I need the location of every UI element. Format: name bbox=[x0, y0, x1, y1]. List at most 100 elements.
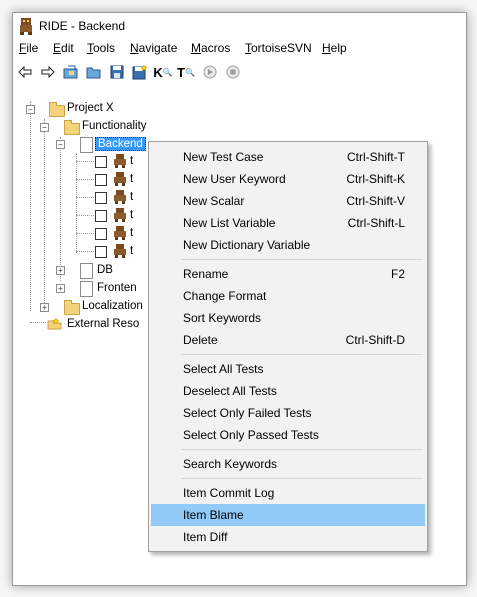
menu-item-delete[interactable]: Delete Ctrl-Shift-D bbox=[151, 329, 425, 351]
menu-item-select-all-tests[interactable]: Select All Tests bbox=[151, 358, 425, 380]
menu-item-label: Deselect All Tests bbox=[183, 384, 277, 398]
save-all-icon[interactable] bbox=[131, 63, 149, 81]
test-checkbox[interactable] bbox=[95, 228, 107, 240]
toolbar: K 🔍 T 🔍 bbox=[13, 61, 466, 83]
menu-item-label: Search Keywords bbox=[183, 457, 278, 471]
collapse-toggle[interactable]: − bbox=[26, 105, 35, 114]
menu-item-select-only-failed-tests[interactable]: Select Only Failed Tests bbox=[151, 402, 425, 424]
test-checkbox[interactable] bbox=[95, 210, 107, 222]
test-case-label[interactable]: t bbox=[130, 155, 133, 167]
menu-item-shortcut: Ctrl-Shift-K bbox=[346, 172, 405, 186]
menu-file[interactable]: File bbox=[19, 41, 38, 55]
menu-item-select-only-passed-tests[interactable]: Select Only Passed Tests bbox=[151, 424, 425, 446]
test-case-label[interactable]: t bbox=[130, 191, 133, 203]
menu-item-new-test-case[interactable]: New Test Case Ctrl-Shift-T bbox=[151, 146, 425, 168]
tree-node-frontend[interactable]: Fronten bbox=[97, 282, 137, 294]
tree-node-localization[interactable]: Localization bbox=[82, 300, 143, 312]
tree-line bbox=[30, 322, 46, 323]
menu-bar: File Edit Tools Navigate Macros Tortoise… bbox=[13, 39, 466, 59]
menu-item-label: Delete bbox=[183, 333, 218, 347]
robot-test-icon bbox=[114, 244, 126, 258]
test-checkbox[interactable] bbox=[95, 192, 107, 204]
menu-item-label: Select Only Passed Tests bbox=[183, 428, 319, 442]
collapse-toggle[interactable]: − bbox=[56, 140, 65, 149]
menu-separator bbox=[181, 478, 423, 479]
file-icon bbox=[80, 263, 93, 279]
open-project-icon[interactable] bbox=[62, 63, 80, 81]
menu-item-shortcut: Ctrl-Shift-V bbox=[346, 194, 405, 208]
robot-test-icon bbox=[114, 226, 126, 240]
test-search-icon[interactable]: T 🔍 bbox=[177, 63, 195, 81]
menu-item-deselect-all-tests[interactable]: Deselect All Tests bbox=[151, 380, 425, 402]
menu-item-item-commit-log[interactable]: Item Commit Log bbox=[151, 482, 425, 504]
save-icon[interactable] bbox=[108, 63, 126, 81]
robot-test-icon bbox=[114, 154, 126, 168]
test-case-label[interactable]: t bbox=[130, 245, 133, 257]
title-bar: RIDE - Backend bbox=[13, 13, 466, 39]
menu-item-label: New Scalar bbox=[183, 194, 245, 208]
test-checkbox[interactable] bbox=[95, 174, 107, 186]
expand-toggle[interactable]: + bbox=[56, 266, 65, 275]
menu-item-new-dictionary-variable[interactable]: New Dictionary Variable bbox=[151, 234, 425, 256]
menu-item-label: Select All Tests bbox=[183, 362, 264, 376]
menu-item-item-diff[interactable]: Item Diff bbox=[151, 526, 425, 548]
menu-tortoisesvn[interactable]: TortoiseSVN bbox=[245, 41, 312, 55]
menu-separator bbox=[181, 354, 423, 355]
menu-item-label: New Dictionary Variable bbox=[183, 238, 311, 252]
open-folder-icon[interactable] bbox=[85, 63, 103, 81]
tree-node-external-resources[interactable]: External Reso bbox=[67, 318, 139, 330]
window-title: RIDE - Backend bbox=[39, 19, 126, 33]
menu-item-search-keywords[interactable]: Search Keywords bbox=[151, 453, 425, 475]
expand-toggle[interactable]: + bbox=[56, 284, 65, 293]
menu-item-label: Change Format bbox=[183, 289, 267, 303]
tree-node-functionality[interactable]: Functionality bbox=[82, 120, 147, 132]
collapse-toggle[interactable]: − bbox=[40, 123, 49, 132]
tree-node-backend[interactable]: Backend bbox=[95, 137, 146, 151]
tree-line bbox=[76, 179, 94, 180]
menu-item-label: Item Diff bbox=[183, 530, 228, 544]
robot-test-icon bbox=[114, 190, 126, 204]
keyword-search-label: K bbox=[153, 64, 163, 80]
menu-tools[interactable]: Tools bbox=[87, 41, 115, 55]
run-icon[interactable] bbox=[201, 63, 219, 81]
menu-help[interactable]: Help bbox=[322, 41, 347, 55]
menu-item-shortcut: Ctrl-Shift-T bbox=[347, 150, 405, 164]
robot-test-icon bbox=[114, 208, 126, 222]
menu-item-shortcut: F2 bbox=[390, 267, 405, 281]
test-case-label[interactable]: t bbox=[130, 173, 133, 185]
menu-item-new-user-keyword[interactable]: New User Keyword Ctrl-Shift-K bbox=[151, 168, 425, 190]
robot-app-icon bbox=[20, 18, 32, 35]
menu-edit[interactable]: Edit bbox=[53, 41, 74, 55]
test-checkbox[interactable] bbox=[95, 156, 107, 168]
menu-navigate[interactable]: Navigate bbox=[130, 41, 177, 55]
menu-item-label: Item Commit Log bbox=[183, 486, 275, 500]
menu-item-label: New User Keyword bbox=[183, 172, 286, 186]
arrow-left-icon[interactable] bbox=[16, 63, 34, 81]
menu-macros[interactable]: Macros bbox=[191, 41, 230, 55]
menu-item-rename[interactable]: Rename F2 bbox=[151, 263, 425, 285]
menu-item-item-blame[interactable]: Item Blame bbox=[151, 504, 425, 526]
menu-item-sort-keywords[interactable]: Sort Keywords bbox=[151, 307, 425, 329]
external-resources-icon bbox=[47, 318, 62, 330]
expand-toggle[interactable]: + bbox=[40, 303, 49, 312]
tree-line bbox=[76, 153, 77, 253]
menu-item-shortcut: Ctrl-Shift-L bbox=[347, 216, 405, 230]
tree-line bbox=[30, 101, 31, 311]
test-checkbox[interactable] bbox=[95, 246, 107, 258]
robot-test-icon bbox=[114, 172, 126, 186]
tree-node-project[interactable]: Project X bbox=[67, 102, 114, 114]
test-case-label[interactable]: t bbox=[130, 209, 133, 221]
tree-node-db[interactable]: DB bbox=[97, 264, 113, 276]
menu-item-new-scalar[interactable]: New Scalar Ctrl-Shift-V bbox=[151, 190, 425, 212]
tree-line bbox=[76, 233, 94, 234]
menu-item-change-format[interactable]: Change Format bbox=[151, 285, 425, 307]
menu-item-new-list-variable[interactable]: New List Variable Ctrl-Shift-L bbox=[151, 212, 425, 234]
tree-line bbox=[44, 119, 45, 309]
stop-icon[interactable] bbox=[224, 63, 242, 81]
test-case-label[interactable]: t bbox=[130, 227, 133, 239]
tree-line bbox=[76, 161, 94, 162]
arrow-right-icon[interactable] bbox=[39, 63, 57, 81]
tree-line bbox=[76, 215, 94, 216]
menu-item-label: New Test Case bbox=[183, 150, 264, 164]
keyword-search-icon[interactable]: K 🔍 bbox=[153, 63, 172, 81]
